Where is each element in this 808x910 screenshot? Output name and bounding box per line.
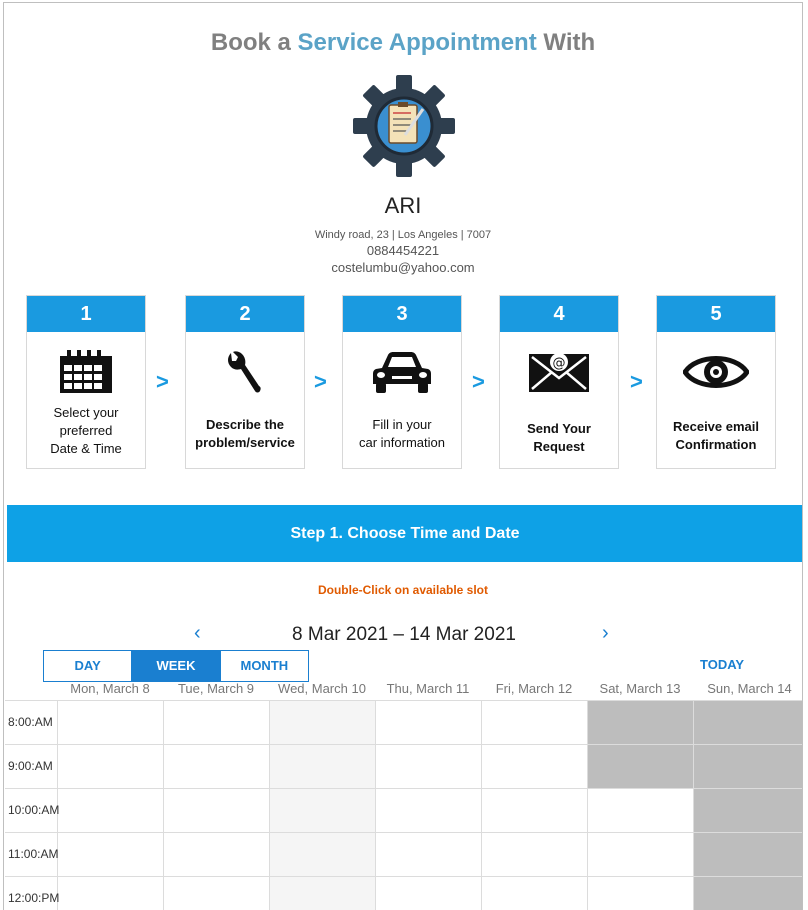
grid-line xyxy=(481,700,482,910)
business-name: ARI xyxy=(384,193,422,218)
step-banner: Step 1. Choose Time and Date xyxy=(7,505,802,562)
step-card-1: 1 Select your preferred Date & Time xyxy=(26,295,146,469)
grid-line xyxy=(269,700,270,910)
step-number: 3 xyxy=(343,296,461,332)
step-card-2: 2 Describe the problem/service xyxy=(185,295,305,469)
date-range: 8 Mar 2021 – 14 Mar 2021 xyxy=(292,624,516,645)
next-week-button[interactable]: › xyxy=(602,622,609,645)
day-header: Sat, March 13 xyxy=(599,681,681,696)
view-month-button[interactable]: MONTH xyxy=(221,651,308,681)
week-calendar: Mon, March 8 Tue, March 9 Wed, March 10 … xyxy=(5,678,802,910)
time-label: 9:00:AM xyxy=(8,759,53,773)
step-label-line: car information xyxy=(359,435,445,450)
title-accent: Service Appointment xyxy=(297,29,537,56)
time-label: 10:00:AM xyxy=(8,803,60,817)
time-label: 8:00:AM xyxy=(8,715,53,729)
step-label-2: Describe the problem/service xyxy=(190,416,300,452)
step-label-3: Fill in your car information xyxy=(347,416,457,452)
step-label-line: Send Your xyxy=(527,421,591,436)
business-logo xyxy=(353,75,455,177)
business-address: Windy road, 23 | Los Angeles | 7007 xyxy=(314,229,492,241)
day-header: Mon, March 8 xyxy=(70,681,150,696)
car-icon xyxy=(343,348,461,396)
grid-line xyxy=(5,744,802,745)
step-label-line: Fill in your xyxy=(372,417,432,432)
today-column xyxy=(269,700,375,910)
grid-line xyxy=(5,700,802,701)
day-header: Wed, March 10 xyxy=(278,681,366,696)
grid-line xyxy=(375,700,376,910)
hint-text: Double-Click on available slot xyxy=(317,583,489,597)
step-label-line: Confirmation xyxy=(675,437,757,452)
step-separator: > xyxy=(630,369,643,394)
grid-line xyxy=(5,788,802,789)
step-label-line: Select your xyxy=(53,405,119,420)
day-header: Thu, March 11 xyxy=(386,681,470,696)
step-separator: > xyxy=(314,369,327,394)
step-label-1: Select your preferred Date & Time xyxy=(31,404,141,458)
day-header: Fri, March 12 xyxy=(495,681,573,696)
calendar-icon xyxy=(27,348,145,396)
step-card-4: 4 @ Send Your Request xyxy=(499,295,619,469)
business-email: costelumbu@yahoo.com xyxy=(331,260,475,275)
step-label-line: preferred xyxy=(59,423,113,438)
wrench-icon xyxy=(186,348,304,396)
grid-line xyxy=(5,832,802,833)
step-label-line: Date & Time xyxy=(50,441,122,456)
time-label: 11:00:AM xyxy=(8,847,59,861)
grid-line xyxy=(587,700,588,910)
day-header: Tue, March 9 xyxy=(177,681,255,696)
grid-line xyxy=(163,700,164,910)
title-suffix: With xyxy=(536,29,596,56)
title-prefix: Book a xyxy=(210,29,298,56)
day-header: Sun, March 14 xyxy=(707,681,792,696)
business-phone: 0884454221 xyxy=(366,243,440,258)
booking-widget: Book a Service Appointment With ARI Wind… xyxy=(3,2,803,910)
step-separator: > xyxy=(156,369,169,394)
grid-line xyxy=(693,700,694,910)
today-button[interactable]: TODAY xyxy=(700,657,744,672)
time-label: 12:00:PM xyxy=(8,891,60,905)
unavailable-slot xyxy=(694,700,802,910)
grid-line xyxy=(5,876,802,877)
step-number: 2 xyxy=(186,296,304,332)
step-label-line: Request xyxy=(533,439,585,454)
step-card-3: 3 Fill in your car information xyxy=(342,295,462,469)
eye-icon xyxy=(657,348,775,396)
page-title: Book a Service Appointment With xyxy=(4,29,802,57)
step-label-line: problem/service xyxy=(195,435,295,450)
step-label-5: Receive email Confirmation xyxy=(661,418,771,454)
step-label-line: Receive email xyxy=(672,419,759,434)
view-day-button[interactable]: DAY xyxy=(44,651,133,681)
step-number: 1 xyxy=(27,296,145,332)
envelope-icon: @ xyxy=(500,348,618,396)
svg-text:@: @ xyxy=(553,356,566,371)
step-label-line: Describe the xyxy=(205,417,285,432)
step-number: 4 xyxy=(500,296,618,332)
step-card-5: 5 Receive email Confirmation xyxy=(656,295,776,469)
step-label-4: Send Your Request xyxy=(504,420,614,456)
step-number: 5 xyxy=(657,296,775,332)
step-separator: > xyxy=(472,369,485,394)
view-week-button[interactable]: WEEK xyxy=(132,651,221,681)
